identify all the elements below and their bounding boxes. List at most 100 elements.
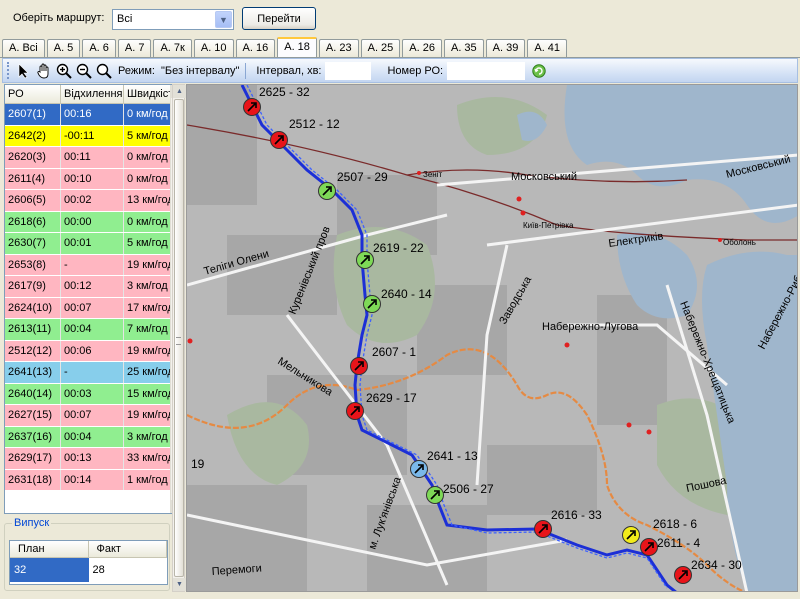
cell-speed: 33 км/год bbox=[124, 448, 171, 469]
zoom-in-icon[interactable] bbox=[54, 61, 74, 81]
pointer-icon[interactable] bbox=[14, 61, 34, 81]
tab-route[interactable]: А. 5 bbox=[46, 39, 81, 57]
cell-ro: 2606(5) bbox=[5, 190, 61, 211]
cell-ro: 2620(3) bbox=[5, 147, 61, 168]
cell-speed: 19 км/год bbox=[124, 254, 171, 275]
table-row[interactable]: 2620(3) 00:11 0 км/год bbox=[5, 147, 171, 169]
cell-ro: 2512(12) bbox=[5, 340, 61, 361]
grid-header: РО Відхилення Швидкість bbox=[5, 85, 171, 104]
chevron-down-icon[interactable]: ▼ bbox=[215, 11, 232, 28]
tab-route[interactable]: А. Всі bbox=[2, 39, 45, 57]
tab-route[interactable]: А. 35 bbox=[443, 39, 484, 57]
column-header-speed[interactable]: Швидкість bbox=[124, 85, 171, 104]
route-select-value: Всі bbox=[117, 13, 133, 25]
output-row[interactable]: 32 28 bbox=[10, 558, 167, 582]
station-label: Київ-Петрівка bbox=[523, 221, 574, 230]
cell-ro: 2607(1) bbox=[5, 104, 61, 125]
interval-input[interactable] bbox=[325, 61, 372, 80]
tab-route[interactable]: А. 7к bbox=[153, 39, 192, 57]
mode-value[interactable]: "Без інтервалу" bbox=[161, 65, 239, 77]
plan-header: План bbox=[10, 541, 89, 557]
ro-number-input[interactable] bbox=[447, 61, 526, 80]
table-row[interactable]: 2611(4) 00:10 0 км/год bbox=[5, 168, 171, 190]
plan-value[interactable]: 32 bbox=[10, 558, 89, 582]
scroll-up-icon[interactable]: ▲ bbox=[173, 85, 186, 98]
scroll-down-icon[interactable]: ▼ bbox=[173, 578, 186, 591]
vehicle-label: 2607 - 1 bbox=[372, 345, 416, 359]
table-row[interactable]: 2642(2) -00:11 5 км/год bbox=[5, 125, 171, 147]
vehicle-label: 2625 - 32 bbox=[259, 85, 310, 99]
cell-ro: 2627(15) bbox=[5, 405, 61, 426]
cell-ro: 2640(14) bbox=[5, 383, 61, 404]
cell-speed: 19 км/год bbox=[124, 405, 171, 426]
tab-route[interactable]: А. 26 bbox=[402, 39, 442, 57]
table-row[interactable]: 2629(17) 00:13 33 км/год bbox=[5, 448, 171, 470]
table-row[interactable]: 2653(8) -19 км/год bbox=[5, 254, 171, 276]
cell-speed: 17 км/год bbox=[124, 297, 171, 318]
tab-route[interactable]: А. 41 bbox=[527, 39, 568, 57]
vehicle-label: 2616 - 33 bbox=[551, 508, 602, 522]
table-row[interactable]: 2512(12) 00:06 19 км/год bbox=[5, 340, 171, 362]
tab-route[interactable]: А. 25 bbox=[360, 39, 401, 57]
vehicle-label: 2640 - 14 bbox=[381, 287, 432, 301]
cell-speed: 1 км/год bbox=[124, 469, 171, 490]
pan-hand-icon[interactable] bbox=[34, 61, 54, 81]
cell-deviation: 00:14 bbox=[61, 469, 124, 490]
cell-deviation: - bbox=[61, 254, 124, 275]
tab-route[interactable]: А. 7 bbox=[117, 39, 152, 57]
map-canvas[interactable]: Московський Московський Електриків Набер… bbox=[187, 85, 798, 592]
table-row[interactable]: 2630(7) 00:01 5 км/год bbox=[5, 233, 171, 255]
cell-ro: 2637(16) bbox=[5, 426, 61, 447]
column-header-ro[interactable]: РО bbox=[5, 85, 61, 104]
go-button[interactable]: Перейти bbox=[242, 7, 316, 30]
table-row[interactable]: 2617(9) 00:12 3 км/год bbox=[5, 276, 171, 298]
cell-speed: 13 км/год bbox=[124, 190, 171, 211]
cell-speed: 3 км/год bbox=[124, 276, 171, 297]
table-row[interactable]: 2606(5) 00:02 13 км/год bbox=[5, 190, 171, 212]
tab-route[interactable]: А. 39 bbox=[485, 39, 526, 57]
toolbar-grip[interactable] bbox=[7, 62, 10, 79]
tab-route[interactable]: А. 23 bbox=[318, 39, 359, 57]
table-row[interactable]: 2637(16) 00:04 3 км/год bbox=[5, 426, 171, 448]
vehicle-label: 2512 - 12 bbox=[289, 117, 340, 131]
vehicle-label: 2641 - 13 bbox=[427, 449, 478, 463]
table-row[interactable]: 2618(6) 00:00 0 км/год bbox=[5, 211, 171, 233]
refresh-icon[interactable] bbox=[529, 61, 549, 81]
tab-route[interactable]: А. 6 bbox=[82, 39, 116, 57]
cell-speed: 25 км/год bbox=[124, 362, 171, 383]
fact-value[interactable]: 28 bbox=[89, 558, 168, 582]
tab-route[interactable]: А. 10 bbox=[193, 39, 234, 57]
map-view[interactable]: Московський Московський Електриків Набер… bbox=[186, 84, 798, 592]
cell-speed: 15 км/год bbox=[124, 383, 171, 404]
cell-speed: 0 км/год bbox=[124, 104, 171, 125]
table-row[interactable]: 2624(10) 00:07 17 км/год bbox=[5, 297, 171, 319]
vehicle-label: 2506 - 27 bbox=[443, 482, 494, 496]
cell-ro: 2618(6) bbox=[5, 211, 61, 232]
route-bar: Оберіть маршрут: Всі ▼ Перейти bbox=[0, 0, 800, 36]
cell-ro: 2642(2) bbox=[5, 125, 61, 146]
table-row[interactable]: 2627(15) 00:07 19 км/год bbox=[5, 405, 171, 427]
table-row[interactable]: 2631(18) 00:14 1 км/год bbox=[5, 469, 171, 491]
cell-ro: 2611(4) bbox=[5, 168, 61, 189]
zoom-out-icon[interactable] bbox=[74, 61, 94, 81]
splitter-scrollbar[interactable]: ▲ ▼ bbox=[172, 84, 186, 592]
route-select[interactable]: Всі ▼ bbox=[112, 9, 234, 30]
table-row[interactable]: 2607(1) 00:16 0 км/год bbox=[5, 104, 171, 126]
vehicle-grid: РО Відхилення Швидкість 2607(1)00:160 км… bbox=[4, 84, 184, 514]
tab-route[interactable]: А. 18 bbox=[277, 37, 317, 57]
cell-deviation: - bbox=[61, 362, 124, 383]
table-row[interactable]: 2613(11) 00:04 7 км/год bbox=[5, 319, 171, 341]
cell-speed: 3 км/год bbox=[124, 426, 171, 447]
zoom-fit-icon[interactable] bbox=[94, 61, 114, 81]
splitter-grip[interactable] bbox=[176, 337, 181, 345]
street-label: Московський bbox=[511, 171, 577, 183]
table-row[interactable]: 2641(13) -25 км/год bbox=[5, 362, 171, 384]
tab-route[interactable]: А. 16 bbox=[235, 39, 276, 57]
grid-body: 2607(1) 00:16 0 км/год 2642(2) -00:11 5 км/го… bbox=[5, 104, 171, 491]
table-row[interactable]: 2640(14) 00:03 15 км/год bbox=[5, 383, 171, 405]
station-label: Зеніт bbox=[423, 170, 442, 179]
column-header-deviation[interactable]: Відхилення bbox=[61, 85, 124, 104]
cell-deviation: 00:01 bbox=[61, 233, 124, 254]
cell-speed: 19 км/год bbox=[124, 340, 171, 361]
cell-deviation: 00:00 bbox=[61, 211, 124, 232]
